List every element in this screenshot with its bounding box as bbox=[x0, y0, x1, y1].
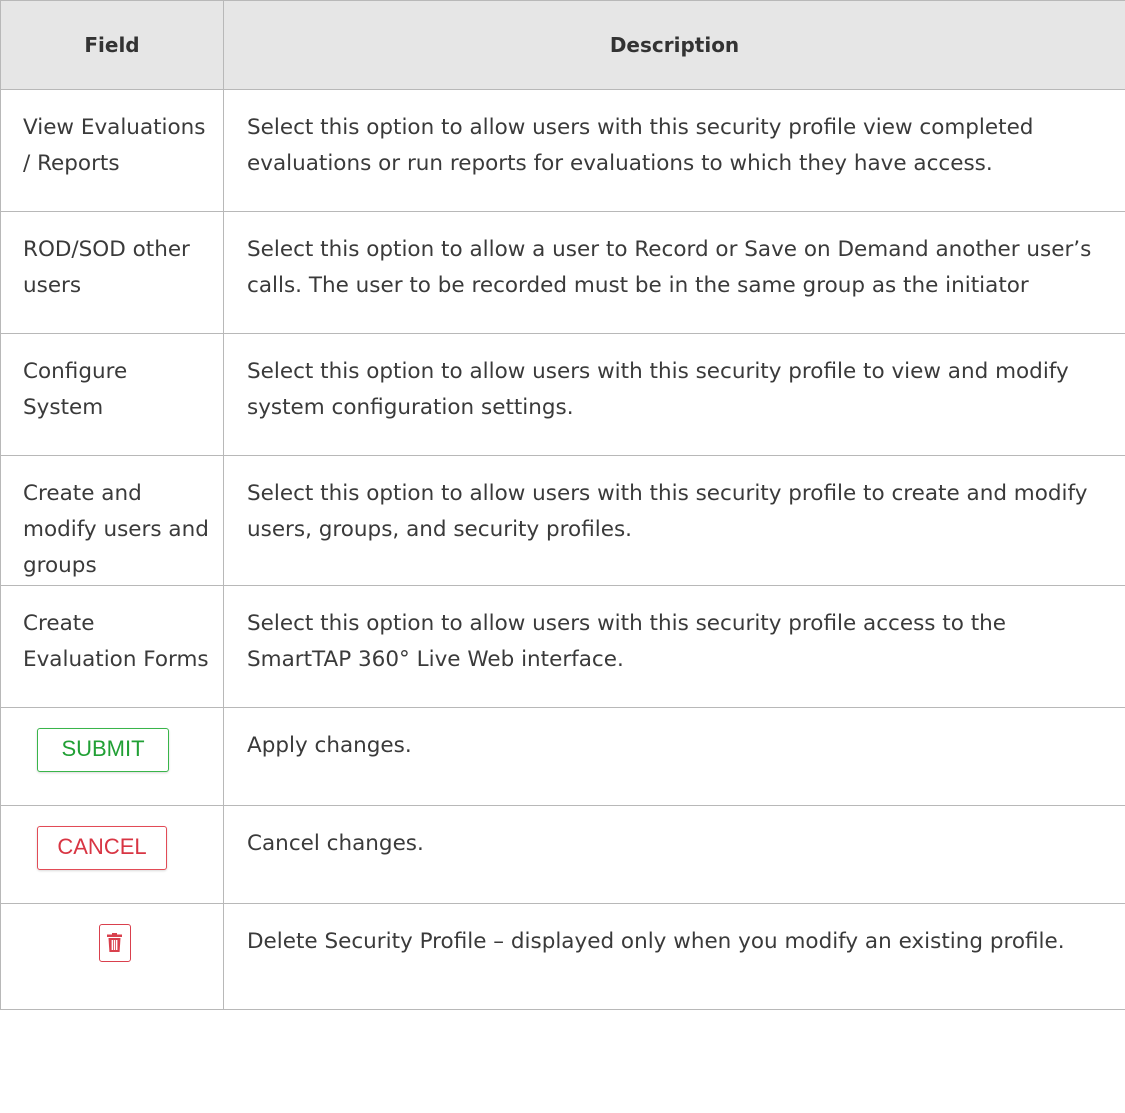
table-row: SUBMIT Apply changes. bbox=[0, 707, 1125, 806]
field-view-evaluations-reports: View Evaluations / Reports bbox=[0, 89, 224, 212]
trash-icon bbox=[107, 933, 122, 952]
table-row: View Evaluations / Reports Select this o… bbox=[0, 89, 1125, 212]
submit-button-cell: SUBMIT bbox=[0, 707, 224, 806]
table-row: Create and modify users and groups Selec… bbox=[0, 455, 1125, 586]
table-row: Delete Security Profile – displayed only… bbox=[0, 903, 1125, 1010]
table-row: Configure System Select this option to a… bbox=[0, 333, 1125, 456]
field-configure-system: Configure System bbox=[0, 333, 224, 456]
cancel-button[interactable]: CANCEL bbox=[37, 826, 167, 870]
description-submit: Apply changes. bbox=[223, 707, 1125, 806]
table-row: Create Evaluation Forms Select this opti… bbox=[0, 585, 1125, 708]
field-column-header: Field bbox=[0, 0, 224, 90]
table-row: CANCEL Cancel changes. bbox=[0, 805, 1125, 904]
description-delete-profile: Delete Security Profile – displayed only… bbox=[223, 903, 1125, 1010]
table-row: ROD/SOD other users Select this option t… bbox=[0, 211, 1125, 334]
description-rod-sod-other-users: Select this option to allow a user to Re… bbox=[223, 211, 1125, 334]
description-view-evaluations-reports: Select this option to allow users with t… bbox=[223, 89, 1125, 212]
field-create-evaluation-forms: Create Evaluation Forms bbox=[0, 585, 224, 708]
delete-button-cell bbox=[0, 903, 224, 1010]
field-create-modify-users-groups: Create and modify users and groups bbox=[0, 455, 224, 586]
table-header-row: Field Description bbox=[0, 0, 1125, 90]
description-cancel: Cancel changes. bbox=[223, 805, 1125, 904]
field-description-table: Field Description View Evaluations / Rep… bbox=[0, 0, 1125, 1010]
description-create-modify-users-groups: Select this option to allow users with t… bbox=[223, 455, 1125, 586]
delete-profile-button[interactable] bbox=[99, 924, 131, 962]
submit-button[interactable]: SUBMIT bbox=[37, 728, 169, 772]
field-rod-sod-other-users: ROD/SOD other users bbox=[0, 211, 224, 334]
description-configure-system: Select this option to allow users with t… bbox=[223, 333, 1125, 456]
description-create-evaluation-forms: Select this option to allow users with t… bbox=[223, 585, 1125, 708]
cancel-button-cell: CANCEL bbox=[0, 805, 224, 904]
description-column-header: Description bbox=[223, 0, 1125, 90]
